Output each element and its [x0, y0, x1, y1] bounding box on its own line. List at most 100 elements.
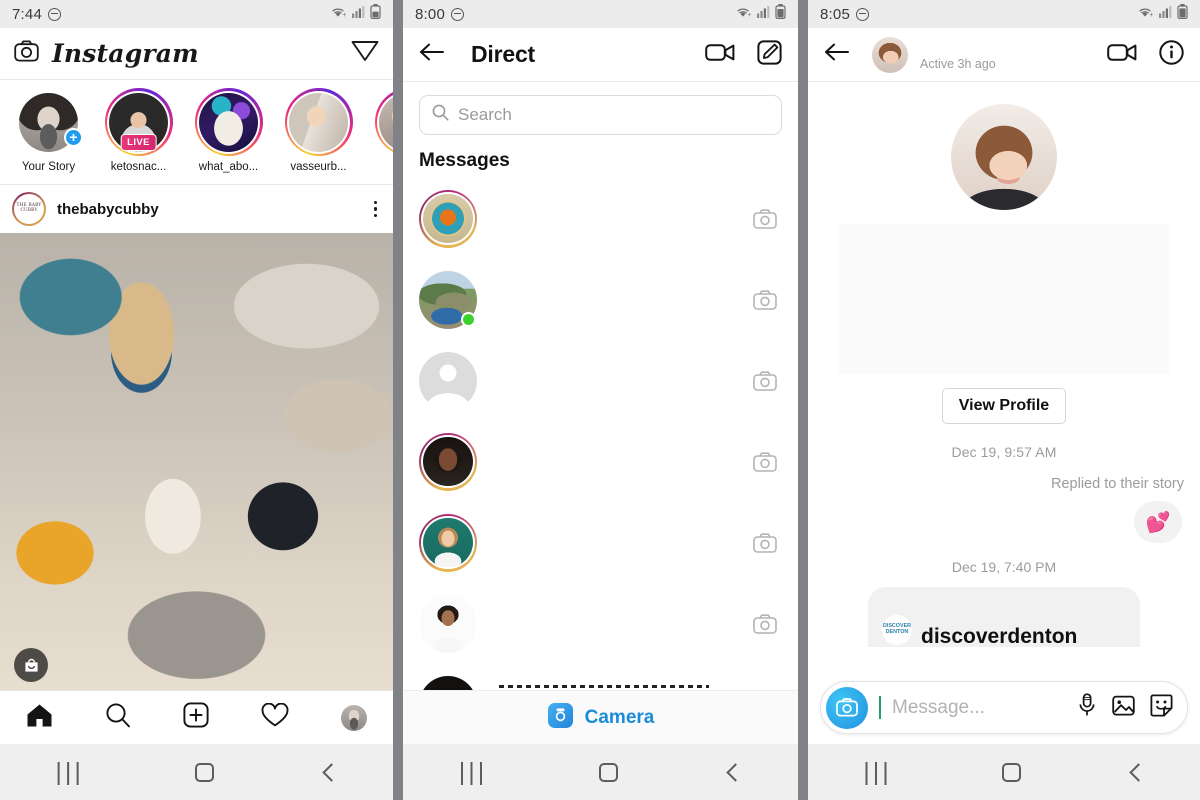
avatar [423, 193, 473, 244]
sticker-smiley-icon[interactable] [1150, 694, 1173, 722]
thread-header: Active 3h ago [808, 28, 1200, 82]
contact-meta: Active 3h ago [920, 38, 1048, 71]
message-input[interactable]: Message... [892, 697, 1066, 719]
wifi-icon: + [735, 5, 752, 24]
post-image[interactable] [0, 233, 393, 690]
wifi-icon: + [330, 5, 347, 24]
cellular-signal-icon [757, 5, 770, 23]
post-author-username[interactable]: thebabycubby [57, 201, 159, 218]
info-circle-icon[interactable] [1159, 39, 1184, 70]
message-thread[interactable]: View Profile Dec 19, 9:57 AM Replied to … [808, 82, 1200, 744]
more-options-kebab-icon[interactable] [370, 197, 381, 221]
story-username: ketosnac... [110, 161, 167, 173]
online-status-dot [461, 311, 476, 327]
avatar-wrapper [419, 675, 477, 690]
heart-icon [261, 702, 289, 733]
camera-icon[interactable] [826, 686, 868, 729]
do-not-disturb-icon [48, 7, 61, 21]
avatar-wrapper [419, 432, 477, 491]
video-camera-icon[interactable] [1107, 42, 1137, 68]
back-button-icon[interactable] [321, 762, 341, 782]
microphone-icon[interactable] [1077, 693, 1097, 722]
camera-icon[interactable] [748, 613, 782, 634]
android-nav-bar[interactable]: ||| [0, 744, 393, 800]
android-nav-bar[interactable]: ||| [403, 744, 798, 800]
status-time: 8:05 [820, 5, 850, 23]
add-story-plus-icon[interactable]: + [64, 128, 83, 147]
recents-icon[interactable]: ||| [55, 759, 83, 785]
camera-icon [547, 702, 574, 734]
story-item[interactable]: thek [369, 88, 393, 173]
story-ring [194, 88, 263, 156]
profile-avatar-icon [341, 704, 367, 731]
compose-pencil-icon[interactable] [757, 39, 782, 70]
home-tab[interactable] [26, 703, 53, 733]
back-button-icon[interactable] [1129, 762, 1148, 782]
message-timestamp: Dec 19, 7:40 PM [951, 559, 1057, 575]
message-composer[interactable]: Message... [820, 681, 1188, 734]
reaction-message-bubble[interactable]: 💕 [1134, 501, 1182, 543]
shopping-bag-icon[interactable] [14, 648, 48, 682]
story-item[interactable]: LIVE ketosnac... [99, 88, 178, 173]
story-username: what_abo... [198, 161, 259, 173]
create-tab[interactable] [183, 702, 209, 733]
phone-screen-direct: 8:00 + Direct Search Messages Camera ||| [403, 0, 798, 800]
stories-tray[interactable]: + Your Story LIVE ketosnac... what_abo..… [0, 80, 393, 185]
active-status: Active 3h ago [920, 56, 996, 71]
profile-tab[interactable] [341, 704, 367, 731]
home-button-icon[interactable] [598, 762, 618, 782]
camera-icon[interactable] [748, 289, 782, 310]
image-gallery-icon[interactable] [1112, 694, 1135, 722]
post-header: THE BABY CUBBY thebabycubby [0, 185, 393, 233]
home-button-icon[interactable] [194, 762, 214, 782]
cellular-signal-icon [352, 5, 365, 23]
svg-text:+: + [747, 12, 751, 19]
back-arrow-icon[interactable] [824, 42, 850, 67]
svg-text:+: + [342, 12, 346, 19]
story-item[interactable]: + Your Story [9, 88, 88, 173]
android-nav-bar[interactable]: ||| [808, 744, 1200, 800]
camera-icon[interactable] [14, 39, 39, 69]
avatar [419, 594, 477, 653]
two-hearts-emoji: 💕 [1145, 511, 1171, 534]
camera-icon[interactable] [748, 208, 782, 229]
camera-icon[interactable] [748, 532, 782, 553]
video-camera-icon[interactable] [705, 42, 735, 68]
send-paper-plane-icon[interactable] [351, 38, 379, 69]
story-ring [419, 675, 477, 690]
baby-cubby-logo: THE BABY CUBBY [16, 203, 42, 213]
recents-icon[interactable]: ||| [863, 759, 891, 785]
post-author-avatar[interactable]: THE BABY CUBBY [12, 192, 46, 226]
story-username: Your Story [21, 161, 76, 173]
activity-tab[interactable] [261, 702, 289, 733]
contact-avatar[interactable] [872, 36, 908, 73]
recents-icon[interactable]: ||| [459, 759, 487, 785]
shared-post-card[interactable]: DISCOVER DENTON discoverdenton [868, 587, 1140, 647]
conversation-list[interactable] [403, 178, 798, 690]
plus-square-icon [183, 702, 209, 733]
camera-icon[interactable] [748, 451, 782, 472]
battery-icon [370, 4, 381, 24]
message-composer-area: Message... [808, 681, 1200, 744]
search-tab[interactable] [105, 702, 131, 733]
instagram-logo: Instagram [52, 39, 199, 68]
status-time: 8:00 [415, 5, 445, 23]
avatar [419, 675, 477, 690]
camera-icon[interactable] [748, 370, 782, 391]
story-item[interactable]: what_abo... [189, 88, 268, 173]
search-area: Search [403, 82, 798, 141]
bottom-tab-bar[interactable] [0, 690, 393, 744]
do-not-disturb-icon [451, 7, 464, 21]
camera-shortcut-bar[interactable]: Camera [403, 690, 798, 744]
back-button-icon[interactable] [726, 762, 745, 782]
view-profile-button[interactable]: View Profile [941, 388, 1067, 424]
back-arrow-icon[interactable] [419, 42, 445, 67]
message-timestamp: Dec 19, 9:57 AM [951, 444, 1057, 460]
story-item[interactable]: vasseurb... [279, 88, 358, 173]
home-button-icon[interactable] [1002, 762, 1022, 782]
avatar [289, 92, 348, 152]
dotted-redaction-line [499, 685, 709, 688]
search-input[interactable]: Search [419, 95, 782, 135]
status-bar: 7:44 + [0, 0, 393, 28]
contact-large-avatar[interactable] [951, 104, 1057, 210]
